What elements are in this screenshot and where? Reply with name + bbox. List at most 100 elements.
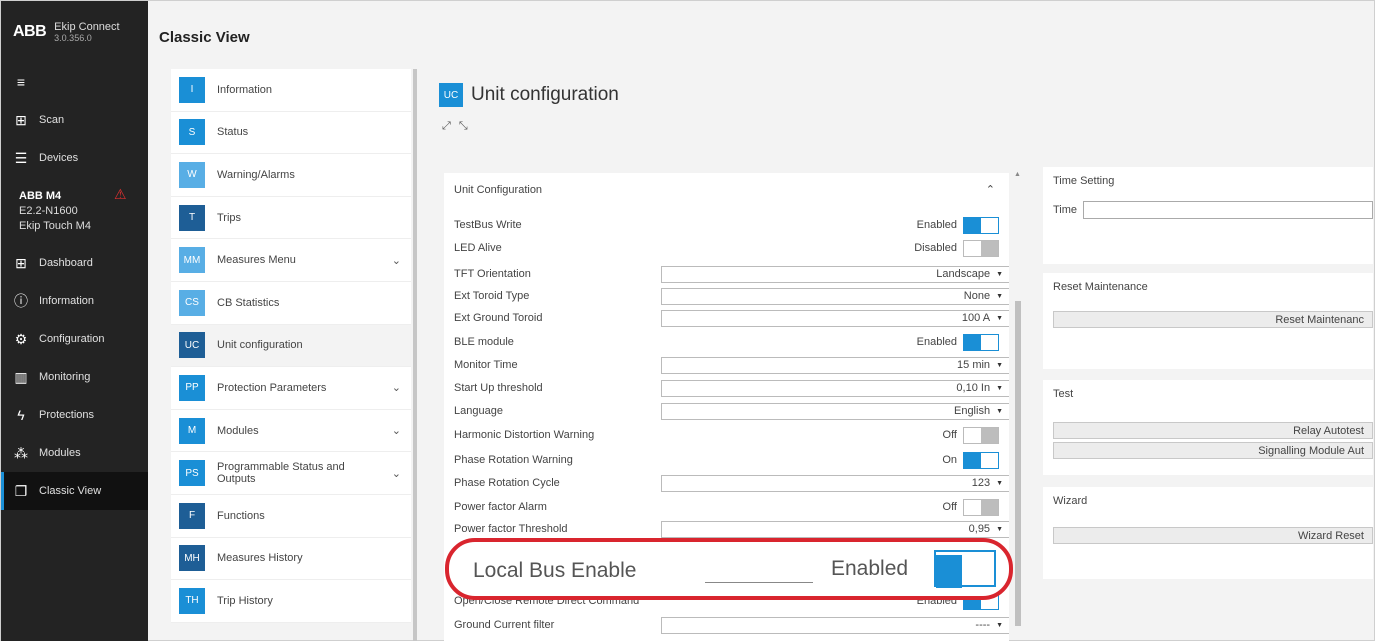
module-badge: M [179,417,205,444]
ext-ground-toroid-select[interactable]: 100 A ▼ [661,309,1009,327]
module-item-modules[interactable]: M Modules ⌄ [171,409,411,453]
module-item-protection-parameters[interactable]: PP Protection Parameters ⌄ [171,367,411,410]
time-input[interactable] [1083,201,1373,219]
language-select[interactable]: English ▼ [661,402,1009,420]
tft-orientation-select[interactable]: Landscape ▼ [661,265,1009,283]
sidebar-item-label: Scan [39,114,65,126]
module-item-measures-menu[interactable]: MM Measures Menu ⌄ [171,239,411,282]
ext-toroid-type-select[interactable]: None ▼ [661,287,1009,305]
module-item-information[interactable]: I Information [171,69,411,112]
module-item-trips[interactable]: T Trips [171,196,411,240]
row-ext-toroid-type: Ext Toroid Type None ▼ [454,285,1009,307]
dropdown-arrow-icon: ▼ [996,384,1003,392]
dropdown-arrow-icon: ▼ [996,407,1003,415]
row-label: LED Alive [454,242,502,254]
module-list-scrollbar[interactable] [413,69,417,641]
info-icon: ⓘ [14,293,28,309]
expand-icon[interactable]: ⤢ [442,120,451,133]
dropdown-arrow-icon: ▼ [996,621,1003,629]
row-label: Ext Ground Toroid [454,312,543,324]
row-label: TestBus Write [454,219,522,231]
collapse-icon[interactable]: ⤡ [459,120,468,133]
module-badge: I [179,76,205,103]
module-item-unit-configuration[interactable]: UC Unit configuration [171,324,411,368]
module-badge: MM [179,247,205,274]
module-item-cb-statistics[interactable]: CS CB Statistics [171,281,411,325]
device-info[interactable]: ABB M4 E2.2-N1600 Ekip Touch M4 ⚠ [1,177,148,244]
chevron-up-icon[interactable]: ⌃ [986,183,995,196]
ground-current-filter-select[interactable]: ---- ▼ [661,616,1009,634]
row-label: Ground Current filter [454,619,555,631]
wizard-reset-button[interactable]: Wizard Reset [1053,527,1373,544]
signalling-module-autotest-button[interactable]: Signalling Module Aut [1053,442,1373,459]
row-value: Off [942,501,957,513]
sidebar-item-monitoring[interactable]: ▥ Monitoring [1,358,148,396]
callout-value: Enabled [831,557,909,580]
sidebar-item-scan[interactable]: ⊞ Scan [1,101,148,139]
module-item-status[interactable]: S Status [171,111,411,155]
module-badge: UC [179,332,205,359]
sidebar: ABB Ekip Connect 3.0.356.0 ≡ ⊞ Scan ☰ De… [1,1,148,641]
harmonic-distortion-toggle[interactable] [963,426,999,444]
card-title: Time Setting [1053,175,1115,187]
chevron-down-icon: ⌄ [391,467,401,480]
view-tools: ⤢ ⤡ [442,120,468,133]
sidebar-item-configuration[interactable]: ⚙ Configuration [1,320,148,358]
ble-module-toggle[interactable] [963,333,999,351]
start-up-threshold-select[interactable]: 0,10 In ▼ [661,379,1009,397]
window-icon: ❐ [14,482,28,499]
module-badge: MH [179,545,205,572]
wizard-card: Wizard Wizard Reset [1043,487,1373,579]
power-factor-alarm-toggle[interactable] [963,498,999,516]
row-value: Off [942,429,957,441]
card-title: Reset Maintenance [1053,281,1148,293]
scan-icon: ⊞ [15,111,27,128]
module-item-trip-history[interactable]: TH Trip History [171,580,411,623]
sidebar-item-label: Dashboard [39,257,93,269]
module-label: Functions [217,509,265,522]
sidebar-item-devices[interactable]: ☰ Devices [1,139,148,177]
local-bus-enable-toggle[interactable] [934,550,996,588]
row-ext-ground-toroid: Ext Ground Toroid 100 A ▼ [454,307,1009,329]
led-alive-toggle[interactable] [963,239,999,257]
row-language: Language English ▼ [454,400,1009,422]
reset-maintenance-button[interactable]: Reset Maintenanc [1053,311,1373,328]
module-item-functions[interactable]: F Functions [171,494,411,538]
sidebar-item-modules[interactable]: ⁂ Modules [1,434,148,472]
row-phase-rotation-cycle: Phase Rotation Cycle 123 ▼ [454,472,1009,494]
module-badge: CS [179,289,205,316]
row-ground-current-filter: Ground Current filter ---- ▼ [454,614,1009,636]
scroll-up-icon[interactable]: ▲ [1014,171,1021,178]
monitor-time-select[interactable]: 15 min ▼ [661,356,1009,374]
module-item-warning-alarms[interactable]: W Warning/Alarms [171,154,411,197]
sidebar-item-classic-view[interactable]: ❐ Classic View [1,472,148,510]
power-factor-threshold-select[interactable]: 0,95 ▼ [661,520,1009,538]
row-label: Phase Rotation Warning [454,454,573,466]
modules-icon: ⁂ [14,444,28,461]
panel-header[interactable]: Unit Configuration ⌃ [444,173,1009,206]
module-item-programmable-status[interactable]: PS Programmable Status and Outputs ⌄ [171,452,411,495]
module-badge: S [179,119,205,146]
sidebar-item-protections[interactable]: ϟ Protections [1,396,148,434]
row-label: Ext Toroid Type [454,290,530,302]
phase-rotation-cycle-select[interactable]: 123 ▼ [661,474,1009,492]
dropdown-arrow-icon: ▼ [996,479,1003,487]
menu-button[interactable]: ≡ [1,63,148,101]
sidebar-item-label: Classic View [39,485,102,497]
panel-scrollbar[interactable] [1015,301,1021,626]
row-label: Monitor Time [454,359,518,371]
relay-autotest-button[interactable]: Relay Autotest [1053,422,1373,439]
module-item-measures-history[interactable]: MH Measures History [171,537,411,581]
sidebar-item-information[interactable]: ⓘ Information [1,282,148,320]
testbus-write-toggle[interactable] [963,216,999,234]
unit-config-header: UC Unit configuration [439,83,619,107]
time-label: Time [1053,204,1078,216]
dashboard-icon: ⊞ [15,254,27,271]
module-label: Warning/Alarms [217,168,295,181]
sidebar-item-dashboard[interactable]: ⊞ Dashboard [1,244,148,282]
phase-rotation-toggle[interactable] [963,451,999,469]
module-label: Measures History [217,552,303,565]
row-value: Disabled [914,242,957,254]
row-start-up-threshold: Start Up threshold 0,10 In ▼ [454,377,1009,399]
row-label: Language [454,405,503,417]
